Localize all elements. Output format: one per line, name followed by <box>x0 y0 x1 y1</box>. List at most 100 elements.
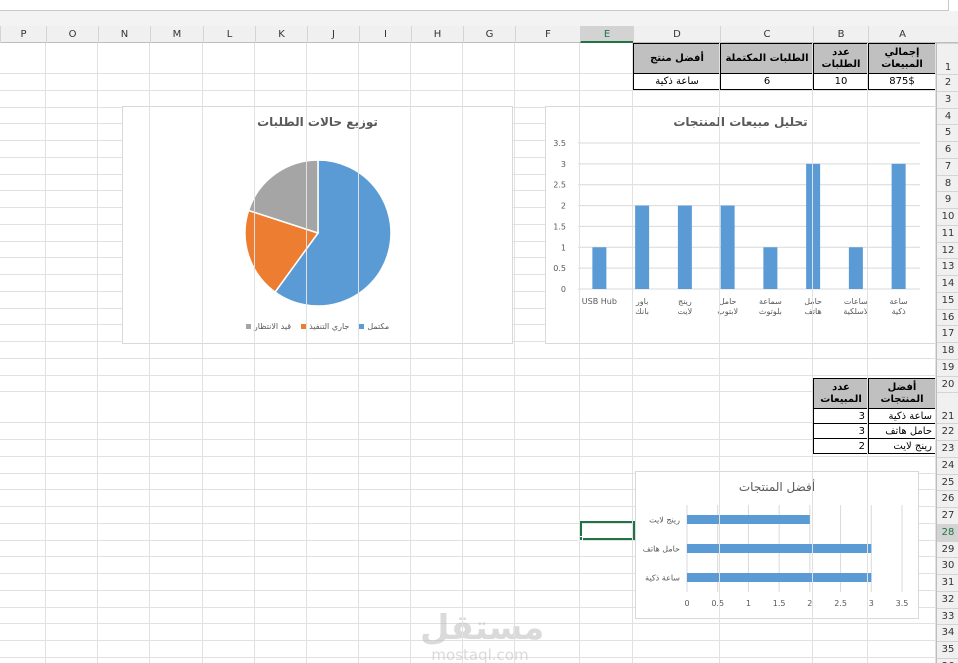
bar <box>891 163 906 289</box>
x-tick-label: 3.5 <box>896 599 909 608</box>
y-tick-label: 2.5 <box>553 181 566 190</box>
bar <box>720 205 735 289</box>
column-header-i[interactable]: I <box>359 26 411 43</box>
row-header-25[interactable]: 25 <box>937 473 958 491</box>
row-header-30[interactable]: 30 <box>937 557 958 574</box>
row-header-33[interactable]: 33 <box>937 607 958 625</box>
top-sales-3[interactable]: 2 <box>813 438 869 454</box>
header-completed-orders[interactable]: الطلبات المكتملة <box>720 43 814 74</box>
column-header-g[interactable]: G <box>463 26 515 43</box>
worksheet[interactable]: PONMLKJIHGFEDCBA 1 2 3 4 5 6 7 8 9 10 11 12 13 14 15 16… <box>0 26 958 663</box>
row-header-15[interactable]: 15 <box>937 291 958 309</box>
row-header-23[interactable]: 23 <box>937 440 958 457</box>
order-status-pie-chart[interactable]: توزيع حالات الطلبات مكتمل جاري التنفيذ ق… <box>122 106 513 344</box>
grid-row-line <box>0 374 936 376</box>
x-tick-label: هاتف <box>805 307 822 316</box>
value-best-product[interactable]: ساعة ذكية <box>633 73 721 90</box>
top-sales-1[interactable]: 3 <box>813 408 869 424</box>
grid-column-line <box>254 43 255 663</box>
x-tick-label: 3 <box>869 599 874 608</box>
row-header-7[interactable]: 7 <box>937 157 958 175</box>
header-top-sales[interactable]: عدد المبيعات <box>813 378 869 409</box>
header-total-sales[interactable]: إجمالي المبيعات <box>868 43 936 74</box>
column-header-f[interactable]: F <box>515 26 580 43</box>
row-header-22[interactable]: 22 <box>937 423 958 440</box>
row-header-32[interactable]: 32 <box>937 590 958 608</box>
hbar-plot-area: 0 0.5 1 1.5 2 2.5 3 3.5رينج لايتحامل هاتفساعة ذ… <box>643 505 909 608</box>
row-header-31[interactable]: 31 <box>937 574 958 591</box>
column-header-j[interactable]: J <box>307 26 359 43</box>
top-products-bar-chart[interactable]: أفضل المنتجات 0 0.5 1 1.5 2 2.5 3 3.5 رينج لايت ح… <box>635 471 919 619</box>
x-tick-label: ذكية <box>892 307 907 316</box>
y-tick-label: ساعة ذكية <box>645 574 680 583</box>
row-header-12[interactable]: 12 <box>937 241 958 259</box>
row-header-5[interactable]: 5 <box>937 124 958 141</box>
legend-label: قيد الانتظار <box>253 322 292 331</box>
row-header-16[interactable]: 16 <box>937 308 958 326</box>
cell-grid[interactable]: إجمالي المبيعات عدد الطلبات الطلبات المك… <box>0 43 936 663</box>
x-tick-label: ساعة <box>890 297 909 306</box>
column-header-k[interactable]: K <box>255 26 307 43</box>
column-header-l[interactable]: L <box>203 26 255 43</box>
value-total-sales[interactable]: 875$ <box>868 73 936 90</box>
column-header-m[interactable]: M <box>150 26 203 43</box>
row-header-2[interactable]: 2 <box>937 74 958 91</box>
active-cell-e28[interactable] <box>580 521 635 540</box>
legend-item-completed: مكتمل <box>359 322 389 331</box>
column-header-c[interactable]: C <box>720 26 813 43</box>
row-header-9[interactable]: 9 <box>937 191 958 208</box>
row-header-27[interactable]: 27 <box>937 507 958 524</box>
row-header-1[interactable]: 1 <box>937 43 958 74</box>
row-header-10[interactable]: 10 <box>937 208 958 225</box>
x-tick-label: 1 <box>746 599 751 608</box>
top-sales-2[interactable]: 3 <box>813 423 869 439</box>
column-header-p[interactable]: P <box>0 26 46 43</box>
column-header-n[interactable]: N <box>98 26 150 43</box>
header-best-product[interactable]: أفضل منتج <box>633 43 721 74</box>
x-tick-label: 0 <box>684 599 689 608</box>
column-header-b[interactable]: B <box>813 26 868 43</box>
row-header-17[interactable]: 17 <box>937 325 958 342</box>
row-header-3[interactable]: 3 <box>937 90 958 108</box>
row-header-4[interactable]: 4 <box>937 107 958 125</box>
grid-row-line <box>0 455 936 457</box>
top-product-3[interactable]: رينج لايت <box>868 438 936 454</box>
row-header-26[interactable]: 26 <box>937 490 958 507</box>
column-header-h[interactable]: H <box>411 26 463 43</box>
row-header-35[interactable]: 35 <box>937 641 958 658</box>
row-header-19[interactable]: 19 <box>937 358 958 376</box>
row-header-8[interactable]: 8 <box>937 174 958 192</box>
x-tick-label: رينج <box>678 297 692 306</box>
x-tick-label: ساعات <box>844 297 868 306</box>
row-header-28[interactable]: 28 <box>937 523 958 541</box>
y-tick-label: رينج لايت <box>649 516 680 525</box>
row-header-18[interactable]: 18 <box>937 342 958 359</box>
row-header-6[interactable]: 6 <box>937 141 958 158</box>
column-header-d[interactable]: D <box>633 26 720 43</box>
row-header-29[interactable]: 29 <box>937 540 958 558</box>
legend-item-pending: قيد الانتظار <box>245 322 292 331</box>
row-header-14[interactable]: 14 <box>937 275 958 292</box>
grid-column-line <box>719 43 720 663</box>
column-header-a[interactable]: A <box>868 26 936 43</box>
value-completed-orders[interactable]: 6 <box>720 73 814 90</box>
row-header-36[interactable]: 36 <box>937 657 958 663</box>
row-header-34[interactable]: 34 <box>937 624 958 641</box>
formula-input[interactable] <box>0 0 949 11</box>
top-product-1[interactable]: ساعة ذكية <box>868 408 936 424</box>
row-header-20[interactable]: 20 <box>937 375 958 393</box>
grid-column-line <box>306 43 307 663</box>
header-top-products[interactable]: أفضل المنتجات <box>868 378 936 409</box>
row-header-24[interactable]: 24 <box>937 456 958 474</box>
column-header-e[interactable]: E <box>580 26 633 43</box>
value-order-count[interactable]: 10 <box>813 73 869 90</box>
x-tick-label: لايت <box>678 307 693 316</box>
row-header-13[interactable]: 13 <box>937 258 958 275</box>
header-order-count[interactable]: عدد الطلبات <box>813 43 869 74</box>
column-header-o[interactable]: O <box>46 26 98 43</box>
x-tick-label: لابتوب <box>717 307 738 316</box>
row-header-11[interactable]: 11 <box>937 224 958 242</box>
top-product-2[interactable]: حامل هاتف <box>868 423 936 439</box>
product-sales-bar-chart[interactable]: تحليل مبيعات المنتجات 0 0.5 1 1.5 2 2.5 3 3.5 سا… <box>545 106 936 344</box>
row-header-21[interactable]: 21 <box>937 392 958 423</box>
